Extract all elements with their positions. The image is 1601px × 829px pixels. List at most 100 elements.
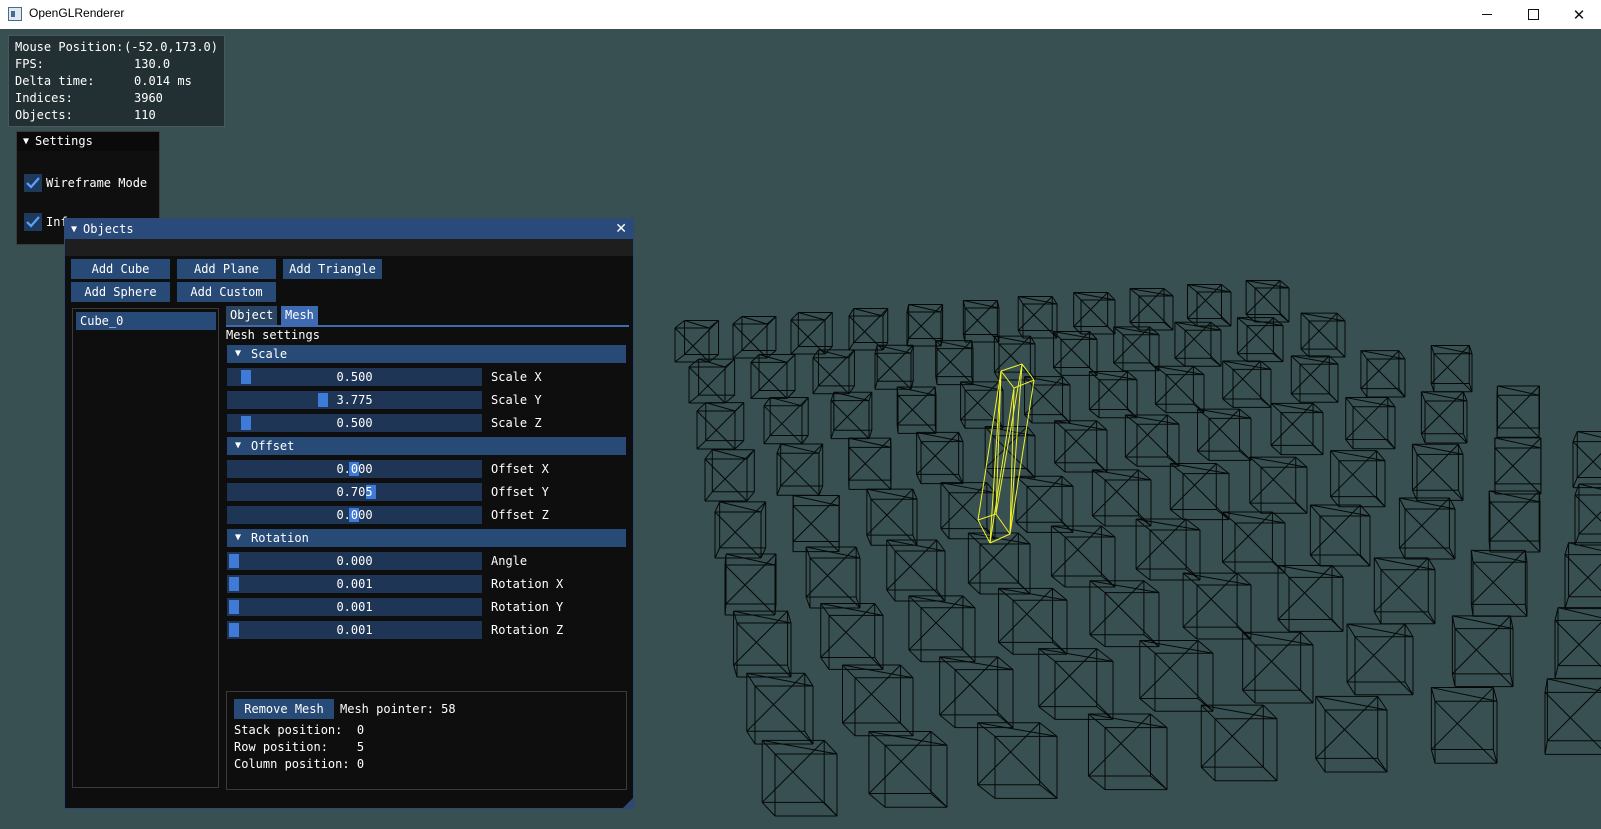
wireframe-cube[interactable] [916,431,964,485]
wireframe-cube[interactable] [1169,462,1230,521]
wireframe-cube[interactable] [1373,557,1436,625]
offset-y-slider[interactable]: 0.705 [227,483,482,501]
wireframe-cube[interactable] [967,532,1031,595]
wireframe-cube[interactable] [1290,355,1339,403]
wireframe-cube[interactable] [674,320,720,363]
wireframe-cube[interactable] [1088,370,1138,419]
wireframe-cube[interactable] [1300,312,1346,358]
wireframe-cube[interactable] [805,546,861,609]
wireframe-cube[interactable] [940,482,996,540]
close-icon[interactable]: ✕ [615,220,627,239]
close-button[interactable]: ✕ [1556,0,1601,29]
wireframe-cube[interactable] [792,494,840,553]
minimize-button[interactable] [1464,0,1510,29]
tab-object[interactable]: Object [226,306,278,325]
remove-mesh-button[interactable]: Remove Mesh [234,699,334,719]
rotation-z-slider[interactable]: 0.001 [227,621,482,639]
wireframe-cube[interactable] [820,603,884,670]
wireframe-cube[interactable] [1420,391,1468,444]
wireframe-cube[interactable] [1494,437,1542,495]
wireframe-cube[interactable] [1015,475,1074,533]
wireframe-checkbox[interactable] [24,174,42,192]
wireframe-cube[interactable] [1135,518,1201,581]
wireframe-cube[interactable] [1564,542,1601,610]
wireframe-cube[interactable] [1245,280,1290,323]
wireframe-cube[interactable] [848,437,892,490]
wireframe-cube[interactable] [1360,350,1406,398]
object-list[interactable]: Cube_0 [72,308,219,788]
collapse-arrow-icon[interactable]: ▼ [23,132,29,151]
wireframe-cube[interactable] [1470,549,1528,617]
wireframe-cube[interactable] [1087,713,1168,791]
offset-x-slider[interactable]: 0.000 [227,460,482,478]
wireframe-cube[interactable] [733,610,792,678]
wireframe-cube[interactable] [977,722,1058,799]
wireframe-cube[interactable] [1182,572,1252,640]
wireframe-cube[interactable] [812,349,855,395]
wireframe-cube[interactable] [874,344,914,390]
wireframe-cube[interactable] [1089,580,1160,648]
wireframe-cube[interactable] [1053,330,1098,376]
wireframe-cube[interactable] [746,672,814,745]
wireframe-cube[interactable] [1572,430,1601,489]
wireframe-cube[interactable] [868,731,948,808]
scale-header[interactable]: ▼ Scale [227,345,626,363]
selected-cube[interactable] [977,363,1035,544]
offset-z-slider[interactable]: 0.000 [227,506,482,524]
wireframe-cube[interactable] [1154,365,1205,414]
settings-header[interactable]: ▼ Settings [17,132,159,151]
wireframe-cube[interactable] [1236,317,1284,363]
rotation-y-slider[interactable]: 0.001 [227,598,482,616]
wireframe-cube[interactable] [1430,344,1473,393]
wireframe-cube[interactable] [776,443,824,496]
objects-header[interactable]: ▼ Objects ✕ [65,219,633,239]
wireframe-cube[interactable] [1451,615,1514,688]
wireframe-cube[interactable] [1270,402,1324,456]
wireframe-cube[interactable] [1554,607,1601,679]
info-toggle[interactable]: Inf [24,213,68,231]
wireframe-cube[interactable] [1091,469,1152,527]
maximize-button[interactable] [1510,0,1556,29]
wireframe-cube[interactable] [1050,525,1116,588]
wireframe-cube[interactable] [1411,443,1464,501]
wireframe-cube[interactable] [1544,678,1601,755]
wireframe-cube[interactable] [724,553,777,616]
wireframe-cube[interactable] [1249,456,1308,514]
wireframe-cube[interactable] [1174,321,1222,367]
wireframe-cube[interactable] [1129,288,1174,331]
wireframe-cube[interactable] [962,300,1000,343]
wireframe-cube[interactable] [1054,420,1108,473]
wireframe-cube[interactable] [1124,414,1180,467]
wireframe-cube[interactable] [1315,695,1388,773]
wireframe-cube[interactable] [790,312,833,355]
wireframe-cube[interactable] [1073,292,1116,335]
wireframe-cube[interactable] [1242,631,1314,704]
offset-header[interactable]: ▼ Offset [227,437,626,455]
wireframe-mode-toggle[interactable]: Wireframe Mode [24,174,147,192]
wireframe-cube[interactable] [696,402,745,450]
wireframe-cube[interactable] [1346,623,1414,696]
wireframe-cube[interactable] [1186,284,1232,327]
wireframe-cube[interactable] [841,664,914,737]
scale-x-slider[interactable]: 0.500 [227,368,482,386]
wireframe-cube[interactable] [906,304,944,347]
collapse-arrow-icon[interactable]: ▼ [71,220,77,239]
add-plane-button[interactable]: Add Plane [177,259,276,279]
wireframe-cube[interactable] [886,539,946,602]
wireframe-cube[interactable] [688,358,736,404]
wireframe-cube[interactable] [750,353,796,399]
wireframe-cube[interactable] [830,391,873,440]
wireframe-cube[interactable] [714,501,767,559]
wireframe-cube[interactable] [1330,450,1386,508]
wireframe-cube[interactable] [1139,639,1214,712]
wireframe-cube[interactable] [704,449,755,502]
wireframe-cube[interactable] [761,739,838,817]
wireframe-cube[interactable] [960,381,1004,429]
wireframe-cube[interactable] [1113,326,1160,372]
wireframe-cube[interactable] [896,386,937,434]
wireframe-cube[interactable] [1496,385,1540,438]
wireframe-cube[interactable] [935,340,974,386]
angle-slider[interactable]: 0.000 [227,552,482,570]
wireframe-cube[interactable] [1221,511,1286,574]
scale-z-slider[interactable]: 0.500 [227,414,482,432]
